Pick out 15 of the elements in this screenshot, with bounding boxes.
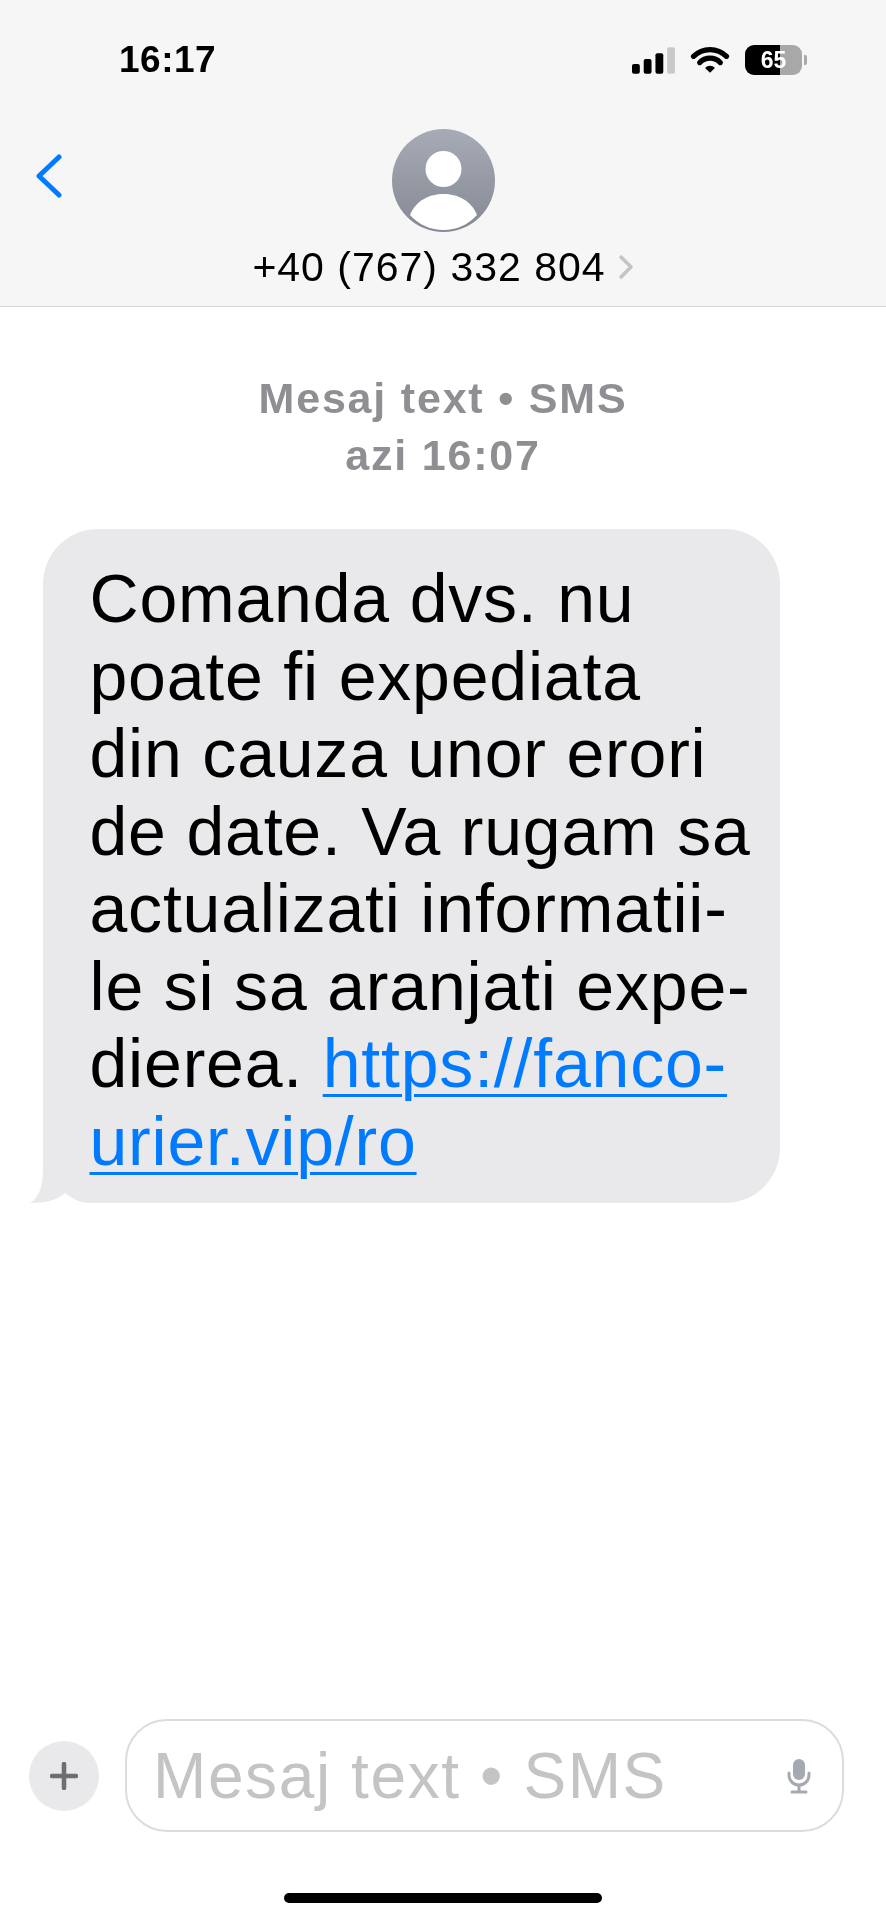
status-time: 16:17 <box>119 39 217 81</box>
contact-button[interactable]: +40 (767) 332 804 <box>252 245 634 289</box>
message-timestamp: azi 16:07 <box>345 430 541 481</box>
microphone-icon[interactable] <box>786 1757 812 1794</box>
service-label: Mesaj text • SMS <box>258 373 628 424</box>
link[interactable]: urier.vip/ro <box>89 1102 417 1179</box>
avatar-icon <box>391 129 495 232</box>
plus-icon <box>50 1761 78 1790</box>
cellular-signal-icon <box>632 46 675 74</box>
link[interactable]: https://fanco- <box>322 1025 728 1101</box>
wifi-icon <box>690 46 730 74</box>
message-input-field[interactable]: Mesaj text • SMS <box>125 1719 844 1832</box>
chevron-right-icon <box>617 254 634 280</box>
message-text: Comanda dvs. nu poate fi expediata din cauza unor erori de date. Va rugam sa actualizati informatii- le si sa aranjati expe- dierea. https://fanco- urier.vip/ro <box>89 560 751 1180</box>
back-chevron-icon <box>35 153 62 198</box>
